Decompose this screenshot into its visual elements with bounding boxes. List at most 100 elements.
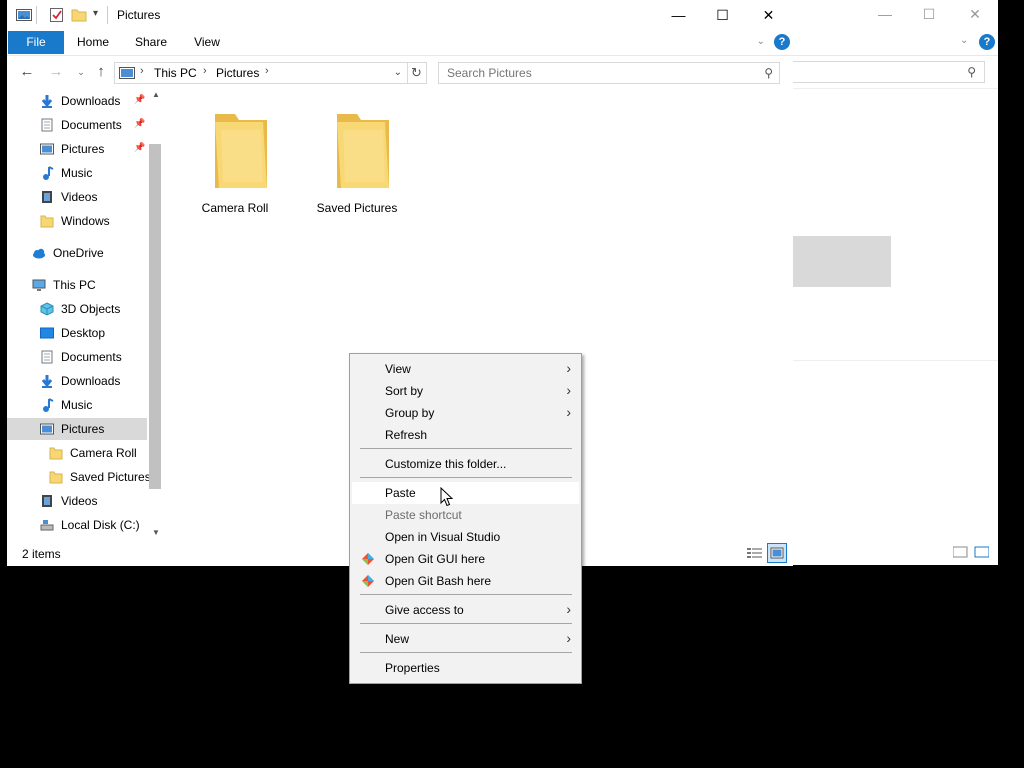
nav-item-label: This PC [53, 278, 96, 292]
nav-item[interactable]: Pictures 📌 [7, 138, 147, 160]
folder-icon [215, 114, 267, 188]
menu-item[interactable]: Paste [352, 482, 579, 504]
breadcrumb-chevron-icon[interactable]: › [203, 65, 207, 77]
tab-home[interactable]: Home [75, 31, 111, 54]
nav-item-label: Downloads [61, 374, 121, 388]
menu-separator [360, 652, 572, 653]
nav-item[interactable]: Documents 📌 [7, 114, 147, 136]
breadcrumb-chevron-icon[interactable]: › [265, 65, 269, 77]
status-item-count: 2 items [22, 547, 61, 561]
large-icons-view-icon[interactable] [767, 543, 787, 563]
breadcrumb-this-pc[interactable]: This PC [154, 66, 197, 80]
navigation-bar: ← → ⌄ ↑ › This PC › Pictures › ⌄ ↻ ⚲ [7, 60, 793, 84]
nav-item[interactable]: Saved Pictures [7, 466, 151, 488]
nav-item[interactable]: This PC [7, 274, 147, 296]
search-box[interactable]: ⚲ [438, 62, 780, 84]
menu-item[interactable]: Sort by › [352, 380, 579, 402]
background-help-icon[interactable]: ? [979, 34, 995, 50]
refresh-icon[interactable]: ↻ [407, 62, 427, 84]
close-button[interactable]: ✕ [746, 4, 791, 26]
tab-file[interactable]: File [8, 31, 64, 54]
desktop-icon [40, 327, 54, 339]
background-close-button[interactable]: ✕ [965, 6, 985, 24]
breadcrumb-chevron-icon[interactable]: › [140, 65, 144, 77]
menu-item[interactable]: Group by › [352, 402, 579, 424]
ribbon-tabs: File Home Share View ⌄ ? [7, 31, 793, 56]
pin-icon: 📌 [134, 94, 146, 104]
scrollbar-thumb[interactable] [149, 144, 161, 489]
nav-item[interactable]: Camera Roll [7, 442, 147, 464]
folder-item-saved-pictures[interactable]: Saved Pictures [307, 104, 407, 215]
address-bar[interactable]: › This PC › Pictures › ⌄ [114, 62, 408, 84]
nav-item-label: Desktop [61, 326, 106, 340]
folder-item-camera-roll[interactable]: Camera Roll [185, 104, 285, 215]
maximize-button[interactable]: ☐ [700, 4, 745, 26]
nav-item[interactable]: Downloads 📌 [7, 90, 147, 112]
menu-item[interactable]: New › [352, 628, 579, 650]
nav-item[interactable]: Desktop [7, 322, 147, 344]
nav-item[interactable]: 3D Objects [7, 298, 147, 320]
cube-icon [40, 302, 54, 316]
nav-item-label: Saved Pictures [70, 470, 151, 484]
search-icon[interactable]: ⚲ [764, 66, 773, 80]
menu-item[interactable]: Open in Visual Studio [352, 526, 579, 548]
nav-item[interactable]: Downloads [7, 370, 147, 392]
nav-item[interactable]: Videos [7, 186, 147, 208]
background-ribbon-expand-icon[interactable]: ⌄ [960, 35, 968, 46]
menu-separator [360, 594, 572, 595]
nav-item[interactable]: Music [7, 162, 147, 184]
forward-arrow-icon[interactable]: → [46, 62, 66, 82]
recent-locations-chevron-icon[interactable]: ⌄ [71, 62, 91, 82]
menu-item-label: Open Git Bash here [385, 574, 492, 588]
background-maximize-button[interactable]: ☐ [919, 6, 939, 24]
background-address-bar[interactable]: ⚲ [793, 61, 985, 83]
new-folder-icon[interactable] [71, 7, 87, 23]
nav-item[interactable]: Pictures [7, 418, 147, 440]
nav-item[interactable]: Videos [7, 490, 147, 512]
menu-item-label: Open Git GUI here [385, 552, 486, 566]
breadcrumb-pictures[interactable]: Pictures [216, 66, 259, 80]
menu-item-label: Group by [385, 406, 435, 420]
back-arrow-icon[interactable]: ← [17, 62, 37, 82]
film-icon [42, 495, 52, 507]
menu-item[interactable]: Customize this folder... [352, 453, 579, 475]
scroll-down-icon[interactable]: ▼ [150, 528, 162, 540]
background-minimize-button[interactable]: — [875, 6, 895, 24]
properties-check-icon[interactable] [49, 7, 65, 23]
menu-separator [360, 448, 572, 449]
folder-icon [40, 215, 54, 228]
menu-item[interactable]: Open Git GUI here [352, 548, 579, 570]
details-view-icon[interactable] [745, 543, 765, 563]
background-titlebar: — ☐ ✕ [793, 0, 998, 30]
address-dropdown-icon[interactable]: ⌄ [394, 67, 402, 78]
nav-item[interactable]: Music [7, 394, 147, 416]
menu-item[interactable]: Give access to › [352, 599, 579, 621]
minimize-button[interactable]: — [656, 4, 701, 26]
menu-item-label: Open in Visual Studio [385, 530, 501, 544]
tab-share[interactable]: Share [133, 31, 169, 54]
drive-icon [40, 520, 54, 531]
nav-item[interactable]: OneDrive [7, 242, 147, 264]
nav-scrollbar[interactable]: ▲ ▼ [149, 90, 163, 542]
up-arrow-icon[interactable]: ↑ [91, 62, 111, 82]
scroll-up-icon[interactable]: ▲ [150, 90, 162, 102]
nav-item[interactable]: Local Disk (C:) [7, 514, 147, 536]
menu-item[interactable]: View › [352, 358, 579, 380]
view-mode-icon[interactable] [952, 546, 990, 558]
menu-item[interactable]: Open Git Bash here [352, 570, 579, 592]
tab-view[interactable]: View [191, 31, 223, 54]
help-icon[interactable]: ? [774, 34, 790, 50]
nav-item-label: Music [61, 166, 93, 180]
menu-item[interactable]: Refresh [352, 424, 579, 446]
folder-name: Camera Roll [201, 201, 269, 215]
nav-item[interactable]: Documents [7, 346, 147, 368]
expand-ribbon-icon[interactable]: ⌄ [757, 36, 765, 47]
menu-item-label: Paste shortcut [385, 508, 462, 522]
pin-icon: 📌 [134, 142, 146, 152]
menu-item[interactable]: Properties [352, 657, 579, 679]
nav-item[interactable]: Windows [7, 210, 147, 232]
download-arrow-icon [41, 95, 53, 108]
nav-item-label: Videos [61, 190, 98, 204]
customize-qat-dropdown-icon[interactable]: ▾ [93, 8, 98, 19]
search-input[interactable] [445, 65, 749, 81]
